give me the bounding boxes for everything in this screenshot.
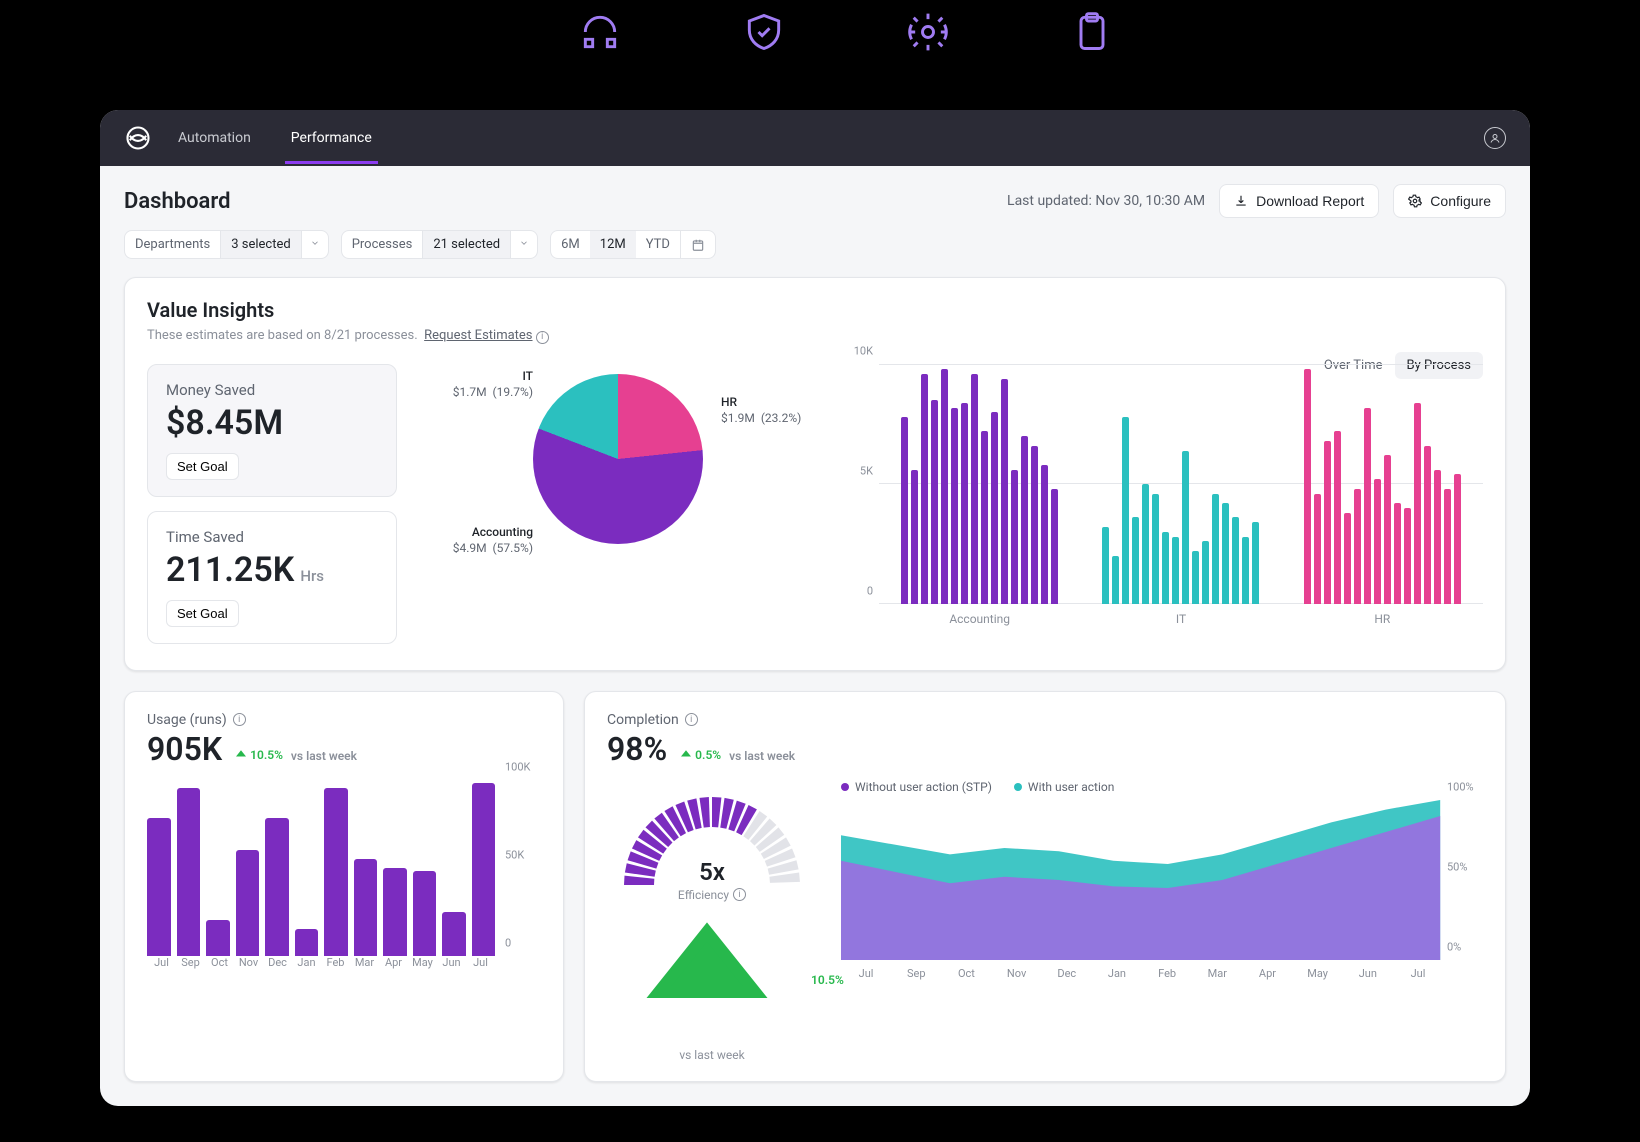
usage-vs: vs last week (291, 749, 357, 763)
set-goal-money-button[interactable]: Set Goal (166, 453, 239, 480)
card-title: Usage (runs) i (147, 712, 541, 728)
completion-vs: vs last week (729, 749, 795, 763)
pie-slice-label: Accounting$4.9M (57.5%) (413, 524, 533, 556)
configure-button[interactable]: Configure (1393, 184, 1506, 218)
usage-bar-chart: JulSepOctNovDecJanFebMarAprMayJunJul 050… (147, 780, 541, 980)
range-12m[interactable]: 12M (590, 231, 636, 258)
filter-bar: Departments 3 selected Processes 21 sele… (100, 230, 1530, 277)
pie-slice-label: IT$1.7M (19.7%) (413, 368, 533, 400)
panel-subtitle: These estimates are based on 8/21 proces… (147, 328, 1483, 344)
gauge-label: Efficiency (678, 888, 729, 902)
metric-label: Time Saved (166, 528, 378, 546)
info-icon[interactable]: i (685, 713, 698, 726)
usage-card: Usage (runs) i 905K 10.5% vs last week J… (124, 691, 564, 1082)
completion-area-chart: JulSepOctNovDecJanFebMarAprMayJunJul 0%5… (841, 800, 1483, 960)
calendar-icon[interactable] (680, 231, 715, 258)
gauge-delta: 10.5% (607, 920, 844, 1040)
money-saved-card: Money Saved $8.45M Set Goal (147, 364, 397, 497)
logo-icon (124, 124, 152, 152)
set-goal-time-button[interactable]: Set Goal (166, 600, 239, 627)
efficiency-gauge: 5x Efficiency i 10.5% vs last week (607, 780, 817, 1063)
completion-legend: Without user action (STP) With user acti… (841, 780, 1483, 794)
decorative-icon-strip (250, 10, 1278, 54)
info-icon[interactable]: i (233, 713, 246, 726)
app-window: Automation Performance Dashboard Last up… (100, 110, 1530, 1106)
filter-departments[interactable]: Departments 3 selected (124, 230, 329, 259)
usage-delta: 10.5% (236, 748, 283, 762)
completion-delta: 0.5% (681, 748, 721, 762)
last-updated: Last updated: Nov 30, 10:30 AM (1007, 193, 1205, 209)
range-ytd[interactable]: YTD (636, 231, 680, 258)
page-header: Dashboard Last updated: Nov 30, 10:30 AM… (100, 166, 1530, 230)
time-saved-card: Time Saved 211.25KHrs Set Goal (147, 511, 397, 644)
metric-label: Money Saved (166, 381, 378, 399)
metric-value: 211.25KHrs (166, 550, 378, 590)
completion-value: 98% (607, 730, 667, 768)
chevron-down-icon (511, 237, 537, 252)
download-icon (1234, 194, 1248, 208)
pie-slice-label: HR$1.9M (23.2%) (721, 394, 801, 426)
usage-value: 905K (147, 730, 222, 768)
time-range-segment: 6M 12M YTD (550, 230, 716, 259)
gear-icon (1408, 194, 1422, 208)
range-6m[interactable]: 6M (551, 231, 590, 258)
panel-title: Value Insights (147, 298, 1483, 322)
metric-value: $8.45M (166, 403, 378, 443)
by-process-bar-chart: 05K10K AccountingITHR (839, 364, 1483, 634)
download-report-button[interactable]: Download Report (1219, 184, 1379, 218)
chevron-down-icon (302, 237, 328, 252)
nav-tab-performance[interactable]: Performance (285, 112, 378, 164)
filter-processes[interactable]: Processes 21 selected (341, 230, 538, 259)
top-nav: Automation Performance (100, 110, 1530, 166)
user-avatar-icon[interactable] (1484, 127, 1506, 149)
completion-card: Completion i 98% 0.5% vs last week (584, 691, 1506, 1082)
page-title: Dashboard (124, 189, 230, 214)
nav-tab-automation[interactable]: Automation (172, 112, 257, 164)
info-icon[interactable]: i (536, 331, 549, 344)
value-insights-panel: Value Insights These estimates are based… (124, 277, 1506, 671)
card-title: Completion i (607, 712, 1483, 728)
money-saved-pie: HR$1.9M (23.2%)Accounting$4.9M (57.5%)IT… (423, 364, 813, 534)
request-estimates-link[interactable]: Request Estimates (424, 328, 532, 343)
